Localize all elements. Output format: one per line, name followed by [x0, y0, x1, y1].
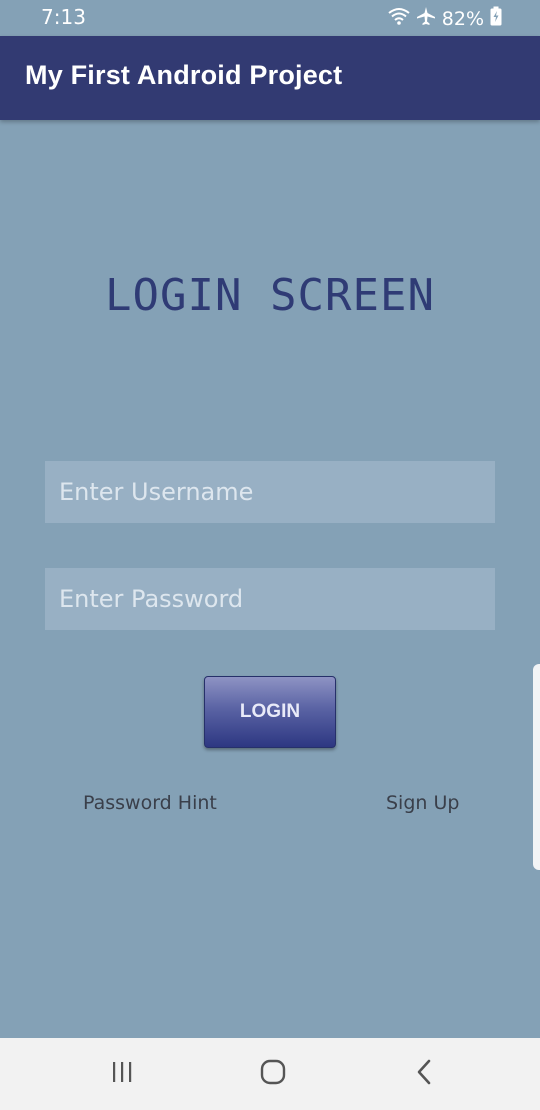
username-input[interactable] [45, 461, 495, 523]
sign-up-link[interactable]: Sign Up [386, 792, 459, 814]
back-button[interactable] [404, 1058, 444, 1090]
recent-apps-button[interactable] [102, 1058, 142, 1090]
recent-apps-icon [110, 1061, 134, 1087]
battery-charging-icon [490, 6, 502, 31]
navigation-bar [0, 1038, 540, 1110]
battery-percent: 82% [441, 7, 484, 30]
page-title: LOGIN SCREEN [105, 270, 435, 321]
home-button[interactable] [253, 1058, 293, 1090]
login-button[interactable]: LOGIN [204, 676, 336, 748]
app-title: My First Android Project [25, 60, 343, 90]
home-icon [260, 1059, 286, 1089]
wifi-icon [388, 7, 410, 30]
app-bar: My First Android Project [0, 36, 540, 120]
password-hint-link[interactable]: Password Hint [83, 792, 217, 814]
airplane-icon [416, 6, 436, 31]
status-time: 7:13 [41, 5, 86, 29]
status-icons: 82% [388, 6, 502, 31]
edge-panel-handle[interactable] [533, 664, 540, 870]
back-icon [415, 1059, 433, 1089]
status-bar: 7:13 82% [0, 0, 540, 36]
password-input[interactable] [45, 568, 495, 630]
